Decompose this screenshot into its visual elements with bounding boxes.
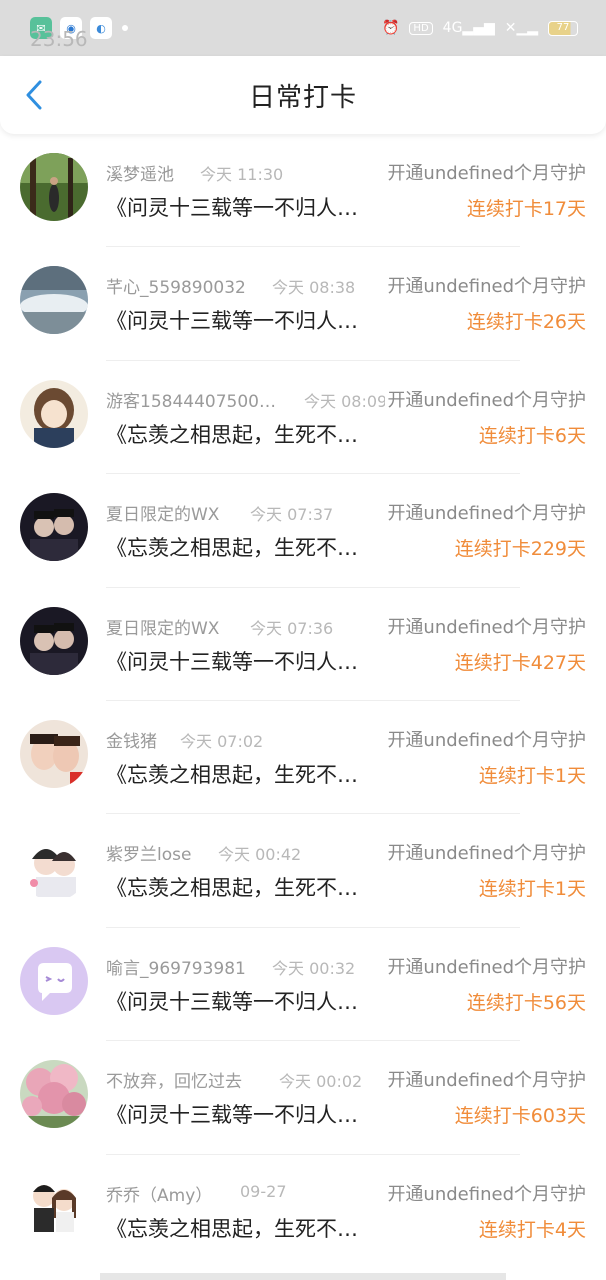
avatar[interactable] (20, 493, 88, 562)
guard-status: 开通undefined个月守护 (385, 159, 586, 185)
streak-badge: 连续打卡4天 (478, 1218, 586, 1241)
list-item[interactable]: 乔乔（Amy） 09-27 开通undefined个月守护 《忘羡之相思起，生死… (0, 1155, 606, 1268)
signal-weak-icon: ✕▁▂ (504, 20, 538, 36)
user-name: 紫罗兰lose (106, 845, 192, 866)
checkin-time: 今天 00:32 (272, 958, 356, 978)
user-name: 金钱猪 (106, 731, 157, 752)
user-name: 夏日限定的WX (106, 505, 220, 526)
guard-status: 开通undefined个月守护 (385, 839, 586, 866)
streak-badge: 连续打卡229天 (454, 538, 586, 561)
list-item[interactable]: 不放弃，回忆过去 今天 00:02 开通undefined个月守护 《问灵十三载… (0, 1041, 606, 1155)
guard-status: 开通undefined个月守护 (385, 725, 586, 752)
list-item[interactable]: 溪梦遥池 今天 11:30 开通undefined个月守护 《问灵十三载等一不归… (0, 134, 606, 248)
streak-badge: 连续打卡56天 (466, 991, 586, 1014)
user-name: 不放弃，回忆过去 (106, 1072, 242, 1093)
avatar[interactable] (20, 1060, 88, 1129)
user-name: 夏日限定的WX (106, 618, 220, 639)
checkin-message: 《问灵十三载等一不归人… (106, 649, 358, 674)
streak-badge: 连续打卡26天 (466, 311, 586, 334)
user-name: 乔乔（Amy） (106, 1185, 213, 1206)
alarm-icon: ⏰ (381, 20, 400, 36)
checkin-message: 《问灵十三载等一不归人… (106, 309, 358, 334)
checkin-list: 溪梦遥池 今天 11:30 开通undefined个月守护 《问灵十三载等一不归… (0, 134, 606, 1268)
checkin-time: 今天 07:36 (250, 618, 334, 638)
back-button[interactable] (18, 78, 50, 112)
streak-badge: 连续打卡427天 (454, 651, 586, 674)
streak-badge: 连续打卡1天 (478, 878, 586, 901)
checkin-time: 今天 00:42 (218, 845, 302, 865)
checkin-time: 今天 07:02 (180, 731, 264, 751)
checkin-message: 《问灵十三载等一不归人… (106, 196, 358, 220)
checkin-time: 今天 00:02 (279, 1072, 363, 1092)
checkin-message: 《忘羡之相思起，生死不… (106, 876, 358, 901)
avatar[interactable] (20, 266, 88, 335)
guard-status: 开通undefined个月守护 (385, 272, 586, 299)
avatar[interactable] (20, 833, 88, 902)
list-item[interactable]: 夏日限定的WX 今天 07:37 开通undefined个月守护 《忘羡之相思起… (0, 474, 606, 588)
checkin-time: 09-27 (240, 1181, 287, 1201)
chevron-left-icon (26, 80, 42, 110)
avatar[interactable] (20, 719, 88, 788)
streak-badge: 连续打卡6天 (478, 424, 586, 447)
page-title: 日常打卡 (248, 82, 357, 113)
app-notification-icon: ◐ (90, 17, 112, 39)
avatar[interactable] (20, 946, 88, 1015)
status-time: 23:56 (30, 27, 88, 51)
streak-badge: 连续打卡17天 (466, 198, 586, 220)
checkin-time: 今天 11:30 (200, 165, 284, 184)
streak-badge: 连续打卡1天 (478, 764, 586, 787)
checkin-message: 《忘羡之相思起，生死不… (106, 422, 358, 447)
checkin-time: 今天 08:38 (272, 278, 356, 298)
guard-status: 开通undefined个月守护 (385, 1066, 586, 1093)
avatar[interactable] (20, 153, 88, 221)
guard-status: 开通undefined个月守护 (385, 385, 586, 412)
streak-badge: 连续打卡603天 (454, 1105, 586, 1128)
avatar[interactable] (20, 1173, 88, 1242)
battery-icon: 77 (548, 20, 578, 36)
checkin-time: 今天 07:37 (250, 505, 334, 525)
checkin-message: 《忘羡之相思起，生死不… (106, 1216, 358, 1241)
hd-icon: HD (409, 21, 433, 35)
user-name: 游客15844407500… (106, 391, 276, 412)
signal-4g-icon: 4G▂▄▆ (442, 20, 495, 36)
user-name: 芊心_559890032 (106, 278, 246, 299)
user-name: 溪梦遥池 (106, 165, 174, 185)
user-name: 喻言_969793981 (106, 958, 246, 979)
checkin-time: 今天 08:09 (304, 391, 388, 411)
avatar[interactable] (20, 606, 88, 675)
list-item[interactable]: 金钱猪 今天 07:02 开通undefined个月守护 《忘羡之相思起，生死不… (0, 701, 606, 815)
checkin-message: 《忘羡之相思起，生死不… (106, 536, 358, 561)
list-item[interactable]: 芊心_559890032 今天 08:38 开通undefined个月守护 《问… (0, 247, 606, 361)
bottom-scroll-edge (100, 1273, 506, 1280)
list-item[interactable]: 夏日限定的WX 今天 07:36 开通undefined个月守护 《问灵十三载等… (0, 588, 606, 701)
guard-status: 开通undefined个月守护 (385, 1179, 586, 1206)
guard-status: 开通undefined个月守护 (385, 952, 586, 979)
avatar[interactable] (20, 379, 88, 448)
guard-status: 开通undefined个月守护 (385, 499, 586, 526)
status-bar: 23:56 ✉ ◉ ◐ ⏰ HD 4G▂▄▆ ✕▁▂ 77 (0, 0, 606, 56)
checkin-message: 《问灵十三载等一不归人… (106, 1103, 358, 1128)
guard-status: 开通undefined个月守护 (385, 612, 586, 639)
list-item[interactable]: 喻言_969793981 今天 00:32 开通undefined个月守护 《问… (0, 928, 606, 1042)
page-header: 日常打卡 (0, 56, 606, 134)
more-notifications-dot-icon (122, 25, 128, 31)
checkin-message: 《忘羡之相思起，生死不… (106, 762, 358, 787)
list-item[interactable]: 紫罗兰lose 今天 00:42 开通undefined个月守护 《忘羡之相思起… (0, 814, 606, 928)
list-item[interactable]: 游客15844407500… 今天 08:09 开通undefined个月守护 … (0, 361, 606, 475)
checkin-message: 《问灵十三载等一不归人… (106, 989, 358, 1014)
